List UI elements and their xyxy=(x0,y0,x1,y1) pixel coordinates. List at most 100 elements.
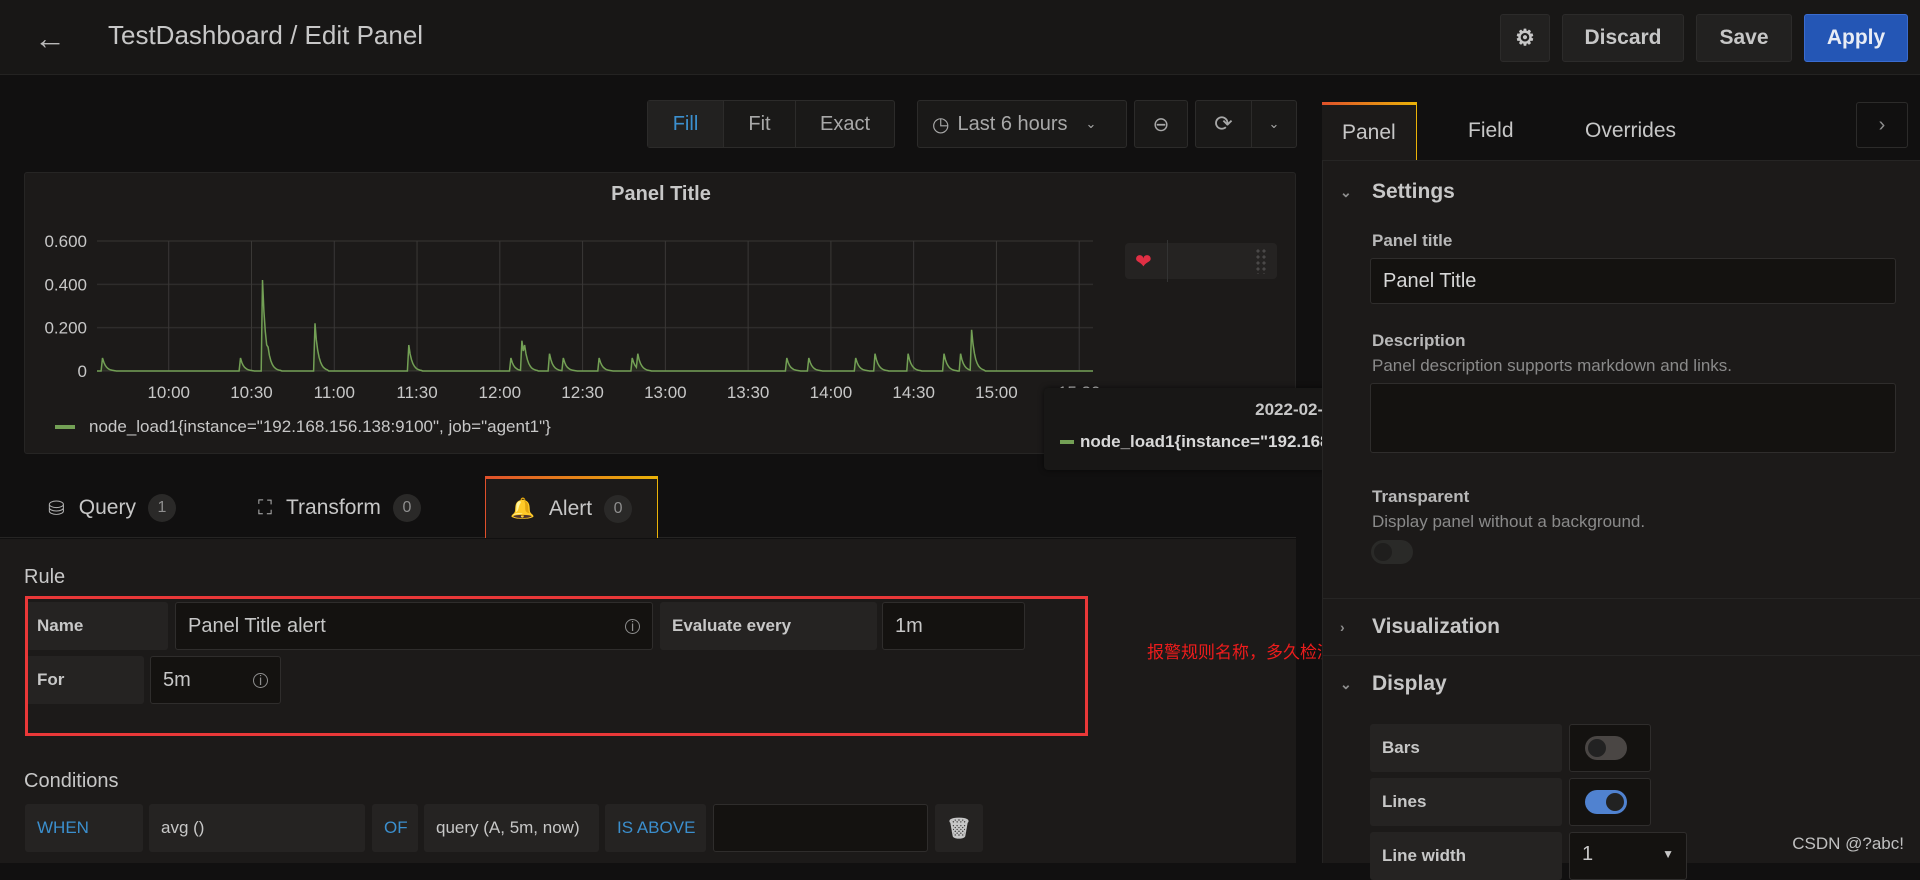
alert-name-input[interactable]: Panel Title alert i xyxy=(175,602,653,650)
refresh-icon: ⟳ xyxy=(1214,111,1233,136)
lines-label: Lines xyxy=(1370,778,1562,826)
line-width-value: 1 xyxy=(1582,843,1594,865)
discard-button[interactable]: Discard xyxy=(1562,14,1684,62)
x-tick-label: 13:00 xyxy=(644,383,687,402)
time-picker[interactable]: ◷ Last 6 hours ⌄ xyxy=(917,100,1127,148)
tab-alert-label: Alert xyxy=(548,496,593,520)
line-width-label: Line width xyxy=(1370,832,1562,880)
chevron-down-icon: ⌄ xyxy=(1268,116,1280,131)
rule-heading: Rule xyxy=(24,566,66,588)
info-icon[interactable]: i xyxy=(625,618,640,634)
zoom-out-button[interactable]: ⊖ xyxy=(1135,101,1187,147)
display-group-header[interactable]: ⌄ Display xyxy=(1340,672,1447,696)
collapse-sidebar-button[interactable]: › xyxy=(1856,102,1908,148)
refresh-interval-dropdown[interactable]: ⌄ xyxy=(1252,101,1296,147)
toggle-knob xyxy=(1606,793,1624,811)
time-series-chart[interactable]: 0 0.200 0.400 0.600 10:00 10:30 11:00 11:30 12:0… xyxy=(25,173,1125,413)
save-button[interactable]: Save xyxy=(1696,14,1792,62)
x-tick-label: 12:00 xyxy=(479,383,522,402)
for-input[interactable]: 5m i xyxy=(150,656,281,704)
drag-handle-icon[interactable] xyxy=(1255,248,1267,274)
view-mode-toolbar: Fill Fit Exact xyxy=(647,100,895,148)
top-bar: ← TestDashboard / Edit Panel ⚙ Discard S… xyxy=(0,0,1920,75)
for-value: 5m xyxy=(163,668,191,691)
of-keyword: OF xyxy=(372,804,418,852)
chevron-right-icon: › xyxy=(1878,113,1886,136)
lines-toggle[interactable] xyxy=(1585,790,1627,814)
settings-heading: Settings xyxy=(1372,180,1455,203)
transform-icon: ⛶ xyxy=(258,496,272,519)
page-title: TestDashboard / Edit Panel xyxy=(108,20,424,50)
bars-label: Bars xyxy=(1370,724,1562,772)
tab-transform-label: Transform xyxy=(286,496,381,519)
panel-title-input[interactable]: Panel Title xyxy=(1370,258,1896,304)
lines-switch-container xyxy=(1569,778,1651,826)
settings-group-header[interactable]: ⌄ Settings xyxy=(1340,180,1455,204)
back-arrow-icon[interactable]: ← xyxy=(30,18,70,58)
broken-heart-icon: ❤ xyxy=(1135,251,1152,273)
time-range-button[interactable]: ◷ Last 6 hours ⌄ xyxy=(918,101,1126,147)
bars-switch-container xyxy=(1569,724,1651,772)
x-tick-label: 11:30 xyxy=(396,383,437,402)
toggle-knob xyxy=(1374,543,1392,561)
fill-mode-button[interactable]: Fill xyxy=(648,101,724,147)
section-divider xyxy=(1322,598,1920,599)
info-icon[interactable]: i xyxy=(253,672,268,688)
watermark: CSDN @?abc! xyxy=(1792,834,1904,853)
toggle-knob xyxy=(1588,739,1606,757)
legend-label: node_load1{instance="192.168.156.138:910… xyxy=(89,417,551,436)
conditions-heading: Conditions xyxy=(24,770,119,792)
query-select[interactable]: query (A, 5m, now) xyxy=(424,804,599,852)
line-width-select[interactable]: 1 ▼ xyxy=(1569,832,1687,880)
tab-alert[interactable]: 🔔 Alert 0 xyxy=(485,476,658,538)
display-heading: Display xyxy=(1372,672,1447,695)
visualization-group-header[interactable]: › Visualization xyxy=(1340,615,1500,639)
bars-toggle[interactable] xyxy=(1585,736,1627,760)
exact-mode-button[interactable]: Exact xyxy=(796,101,894,147)
gear-icon: ⚙ xyxy=(1515,25,1535,50)
for-label: For xyxy=(25,656,144,704)
alert-name-value: Panel Title alert xyxy=(188,614,326,637)
legend-swatch xyxy=(55,425,75,429)
legend-item[interactable]: node_load1{instance="192.168.156.138:910… xyxy=(55,417,551,437)
apply-button[interactable]: Apply xyxy=(1804,14,1908,62)
editor-tabs: ⛁ Query 1 ⛶ Transform 0 🔔 Alert 0 xyxy=(0,476,1296,538)
description-textarea[interactable] xyxy=(1370,383,1896,453)
transparent-label: Transparent xyxy=(1372,487,1470,506)
tab-overrides[interactable]: Overrides xyxy=(1585,102,1676,160)
time-controls: ◷ Last 6 hours ⌄ ⊖ ⟳ ⌄ xyxy=(917,100,1297,148)
description-label: Description xyxy=(1372,331,1466,350)
evaluator-select[interactable]: IS ABOVE xyxy=(605,804,706,852)
transparent-toggle[interactable] xyxy=(1371,540,1413,564)
evaluate-every-input[interactable]: 1m xyxy=(882,602,1025,650)
trash-icon: 🗑 xyxy=(946,817,972,840)
tab-query[interactable]: ⛁ Query 1 xyxy=(48,478,176,538)
x-tick-label: 12:30 xyxy=(561,383,604,402)
threshold-input[interactable] xyxy=(713,804,928,852)
tab-transform[interactable]: ⛶ Transform 0 xyxy=(258,478,421,538)
tab-transform-count: 0 xyxy=(392,494,421,522)
fit-mode-button[interactable]: Fit xyxy=(724,101,796,147)
refresh-button[interactable]: ⟳ xyxy=(1196,101,1252,147)
refresh-group: ⟳ ⌄ xyxy=(1195,100,1297,148)
delete-condition-button[interactable]: 🗑 xyxy=(935,804,983,852)
tab-query-count: 1 xyxy=(147,494,176,522)
evaluate-every-label: Evaluate every xyxy=(660,602,877,650)
reducer-select[interactable]: avg () xyxy=(149,804,365,852)
caret-down-icon: ▼ xyxy=(1662,847,1674,861)
x-tick-label: 14:00 xyxy=(810,383,853,402)
zoom-out-icon: ⊖ xyxy=(1152,113,1170,136)
x-tick-label: 10:00 xyxy=(147,383,190,402)
alert-state-badge[interactable]: ❤ xyxy=(1125,240,1277,282)
settings-button[interactable]: ⚙ xyxy=(1500,14,1550,62)
x-tick-label: 14:30 xyxy=(892,383,935,402)
tab-field[interactable]: Field xyxy=(1468,102,1514,160)
description-hint: Panel description supports markdown and … xyxy=(1372,356,1733,375)
view-mode-group: Fill Fit Exact xyxy=(647,100,895,148)
tab-panel[interactable]: Panel xyxy=(1322,102,1417,160)
zoom-out-group: ⊖ xyxy=(1134,100,1188,148)
chevron-right-icon: › xyxy=(1340,619,1345,635)
section-divider xyxy=(1322,655,1920,656)
chevron-down-icon: ⌄ xyxy=(1340,675,1352,692)
tab-query-label: Query xyxy=(78,496,136,519)
